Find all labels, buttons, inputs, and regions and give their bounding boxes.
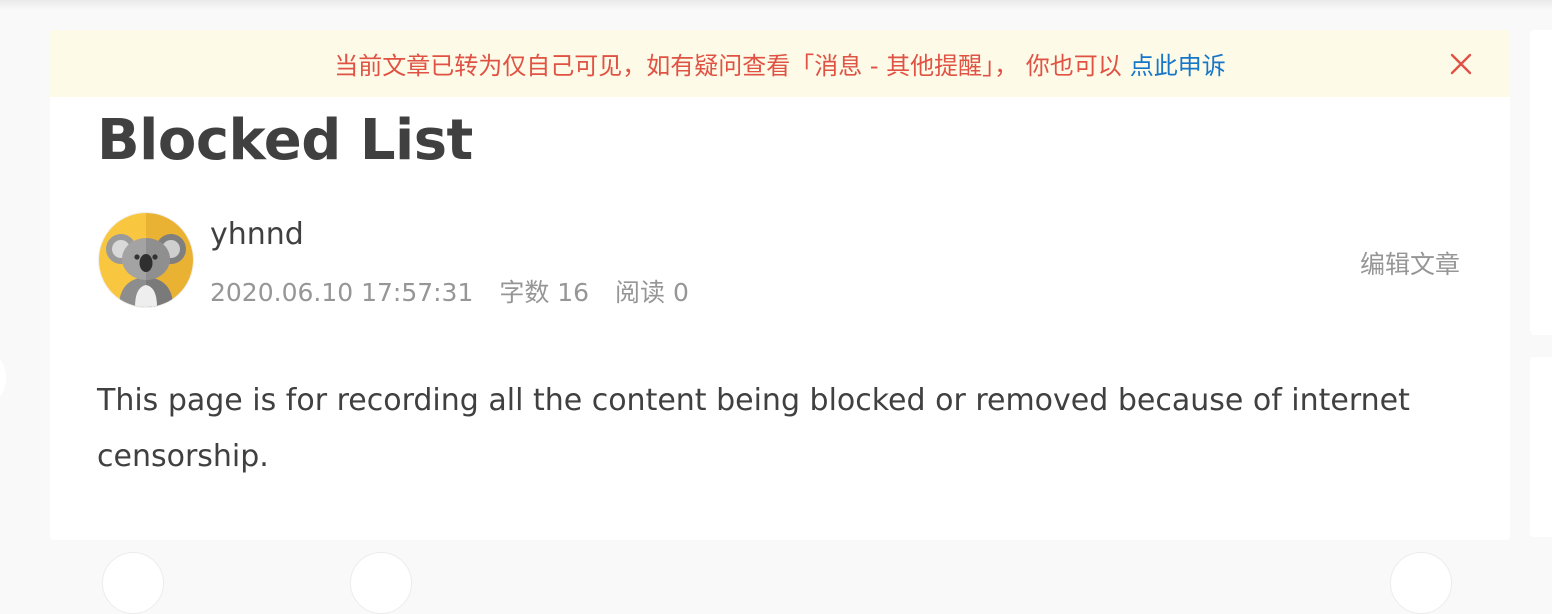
article-title: Blocked List	[97, 108, 473, 173]
word-count: 字数 16	[499, 278, 590, 307]
visibility-notice-bar: 当前文章已转为仅自己可见，如有疑问查看「消息 - 其他提醒」， 你也可以 点此申…	[50, 30, 1510, 97]
close-icon[interactable]	[1448, 51, 1474, 77]
appeal-link[interactable]: 点此申诉	[1130, 46, 1226, 81]
bottom-action-button[interactable]	[1390, 552, 1452, 614]
article-card: 当前文章已转为仅自己可见，如有疑问查看「消息 - 其他提醒」， 你也可以 点此申…	[50, 30, 1510, 614]
bottom-action-button[interactable]	[350, 552, 412, 614]
edit-article-button[interactable]: 编辑文章	[1360, 245, 1460, 281]
notice-message: 当前文章已转为仅自己可见，如有疑问查看「消息 - 其他提醒」， 你也可以	[334, 52, 1122, 80]
left-floating-button[interactable]	[0, 350, 6, 406]
author-name[interactable]: yhnnd	[210, 217, 304, 252]
read-count: 阅读 0	[615, 278, 689, 307]
right-sidebar-panel-lower	[1530, 357, 1552, 537]
article-body-paragraph: This page is for recording all the conte…	[97, 383, 1410, 474]
right-sidebar-panel	[1530, 30, 1552, 335]
article-meta: 2020.06.10 17:57:31 字数 16 阅读 0	[210, 273, 707, 309]
koala-avatar[interactable]	[99, 213, 193, 307]
top-nav-shadow	[0, 0, 1552, 10]
koala-icon	[99, 213, 193, 307]
publish-timestamp: 2020.06.10 17:57:31	[210, 278, 474, 307]
bottom-action-button[interactable]	[102, 552, 164, 614]
